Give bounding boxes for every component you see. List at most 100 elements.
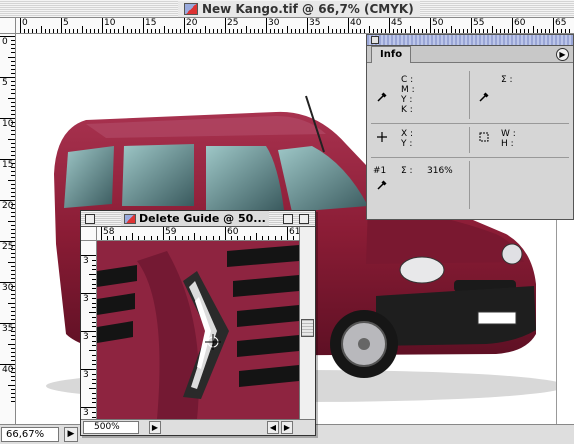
ruler-tick	[11, 351, 15, 353]
ruler-tick	[446, 29, 448, 33]
scroll-right-arrow-icon[interactable]: ▶	[281, 421, 293, 434]
document-info-button[interactable]: ▶	[149, 421, 161, 434]
ruler-label: 10	[2, 119, 14, 129]
ruler-tick	[101, 227, 102, 240]
ruler-tick	[92, 373, 96, 375]
ruler-tick	[147, 29, 149, 33]
ruler-tick	[11, 85, 15, 87]
ruler-tick	[130, 29, 132, 33]
divider	[371, 157, 569, 158]
ruler-tick	[8, 343, 15, 345]
ruler-tick	[89, 312, 96, 313]
collapse-box-icon[interactable]	[299, 214, 309, 224]
ruler-tick	[119, 236, 121, 240]
close-icon[interactable]	[85, 214, 95, 224]
ruler-tick	[11, 130, 15, 132]
zoom-level-field[interactable]: 66,67%	[1, 427, 59, 442]
scroll-left-arrow-icon[interactable]: ◀	[267, 421, 279, 434]
ruler-tick	[249, 236, 251, 240]
ruler-tick	[413, 29, 415, 33]
ruler-tick	[92, 364, 96, 366]
ruler-tick	[225, 18, 226, 33]
ruler-origin[interactable]	[81, 227, 97, 241]
navigator-status-bar: 500% ▶ ◀ ▶	[81, 419, 315, 435]
ruler-label: 45	[391, 18, 403, 28]
ruler-tick	[110, 29, 112, 33]
vertical-ruler[interactable]: 0 5 10 15 20 25 30 35 40	[0, 34, 16, 424]
ruler-tick	[138, 236, 140, 240]
info-palette-titlebar[interactable]	[367, 35, 573, 46]
ruler-tick	[11, 40, 15, 42]
palette-menu-arrow-icon[interactable]: ▶	[556, 48, 569, 61]
ruler-tick	[77, 29, 79, 33]
car-rear-window	[64, 146, 114, 208]
ruler-tick	[92, 345, 96, 347]
info-palette[interactable]: Info ▶ C : M : Y : K : Σ : X : Y : W : H…	[366, 34, 574, 220]
vertical-scrollbar[interactable]	[299, 227, 315, 419]
ruler-tick	[253, 29, 255, 33]
ruler-tick	[282, 29, 284, 33]
ruler-tick	[405, 29, 407, 33]
ruler-label: 50	[432, 18, 444, 28]
ruler-tick	[194, 233, 195, 240]
ruler-tick	[11, 60, 15, 62]
close-icon[interactable]	[371, 36, 379, 44]
ruler-tick	[287, 227, 288, 240]
ruler-tick	[11, 396, 15, 398]
ruler-tick	[11, 306, 15, 308]
ruler-tick	[216, 29, 218, 33]
tab-info[interactable]: Info	[371, 46, 412, 63]
ruler-tick	[144, 236, 146, 240]
ruler-origin[interactable]	[0, 18, 16, 34]
ruler-tick	[11, 113, 15, 115]
ruler-tick	[118, 29, 120, 33]
ruler-tick	[163, 26, 165, 33]
document-title: New Kango.tif @ 66,7% (CMYK)	[202, 2, 414, 16]
ruler-tick	[192, 29, 194, 33]
ruler-tick	[479, 29, 481, 33]
ruler-tick	[425, 29, 427, 33]
ruler-tick	[11, 294, 15, 296]
ruler-tick	[520, 29, 522, 33]
ruler-tick	[298, 29, 300, 33]
horizontal-ruler[interactable]: 58 59 60 61	[97, 227, 299, 241]
ruler-tick	[81, 26, 83, 33]
horizontal-ruler[interactable]: 0 5 10 15 20 25 30 35 40 45 50 55 60 65	[16, 18, 574, 34]
eyedropper-icon	[377, 92, 387, 102]
ruler-tick	[11, 44, 15, 46]
vertical-ruler[interactable]: 3 3 3 3 3	[81, 241, 97, 419]
scroll-thumb[interactable]	[301, 319, 314, 337]
ruler-tick	[450, 26, 452, 33]
ruler-tick	[8, 138, 15, 140]
ruler-tick	[11, 216, 15, 218]
car-headlight	[399, 256, 445, 284]
ruler-tick	[150, 236, 152, 240]
ruler-tick	[40, 26, 42, 33]
ruler-tick	[421, 29, 423, 33]
ruler-tick	[187, 236, 189, 240]
zoom-level-field[interactable]: 500%	[83, 421, 139, 434]
ruler-tick	[89, 388, 96, 389]
ruler-tick	[11, 150, 15, 152]
ruler-tick	[331, 29, 333, 33]
ruler-tick	[89, 274, 96, 275]
ruler-tick	[8, 97, 15, 99]
ruler-tick	[11, 52, 15, 54]
ruler-tick	[65, 29, 67, 33]
document-info-button[interactable]: ▶	[64, 427, 78, 442]
zoom-box-icon[interactable]	[283, 214, 293, 224]
ruler-label: 3	[83, 408, 89, 418]
document-titlebar[interactable]: New Kango.tif @ 66,7% (CMYK)	[0, 0, 574, 18]
ruler-tick	[11, 109, 15, 111]
ruler-tick	[11, 355, 15, 357]
delete-guide-window[interactable]: Delete Guide @ 50... 58 59 60 61 3 3 3 3 3	[80, 210, 316, 436]
ruler-tick	[132, 233, 133, 240]
ruler-tick	[11, 265, 15, 267]
ruler-tick	[409, 26, 411, 33]
ruler-tick	[462, 29, 464, 33]
ruler-label: 15	[145, 18, 157, 28]
delete-guide-titlebar[interactable]: Delete Guide @ 50...	[81, 211, 315, 227]
ruler-tick	[524, 29, 526, 33]
crosshair-icon	[377, 132, 387, 142]
zoomed-canvas[interactable]	[97, 241, 299, 419]
